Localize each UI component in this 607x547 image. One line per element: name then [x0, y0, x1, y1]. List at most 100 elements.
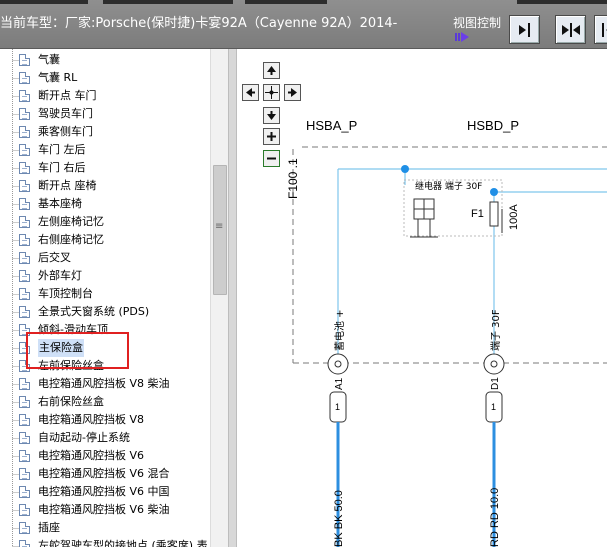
- document-icon: [19, 432, 30, 444]
- wire-d-label: RD RD 10.0: [489, 488, 501, 547]
- view-indicator-icon: [455, 32, 469, 42]
- arrow-up-icon: [267, 66, 276, 75]
- tree-item[interactable]: 左舵驾驶车型的接地点 (乘客席) 表: [0, 537, 210, 547]
- tree-scrollbar[interactable]: ≡: [210, 49, 228, 547]
- wiring-diagram-canvas[interactable]: HSBA_P HSBD_P F100 .1 继电器 端子 30F F1 100A…: [238, 49, 607, 547]
- pan-left-button[interactable]: [242, 84, 259, 101]
- tree-item-label: 车门 右后: [38, 161, 86, 174]
- tree-item[interactable]: 基本座椅: [0, 195, 210, 213]
- connector-d-ring: [490, 360, 498, 368]
- document-icon: [19, 72, 30, 84]
- document-icon: [19, 216, 30, 228]
- document-icon: [19, 306, 30, 318]
- pan-right-button[interactable]: [284, 84, 301, 101]
- document-icon: [19, 486, 30, 498]
- tree-item[interactable]: 气囊: [0, 51, 210, 69]
- tree-item-label: 外部车灯: [38, 269, 82, 282]
- tree-item[interactable]: 外部车灯: [0, 267, 210, 285]
- tree-item[interactable]: 电控箱通风腔挡板 V6 混合: [0, 465, 210, 483]
- connector-a-ring: [334, 360, 342, 368]
- fuse-symbol: [489, 201, 499, 227]
- header-accent-bar: [0, 0, 88, 4]
- document-icon: [19, 252, 30, 264]
- tree-item[interactable]: 电控箱通风腔挡板 V6 中国: [0, 483, 210, 501]
- relay-label: 继电器 端子 30F: [415, 180, 482, 192]
- tree-item-label: 左侧座椅记忆: [38, 215, 104, 228]
- fuse-rating-label: 100A: [508, 204, 520, 230]
- zoom-out-button[interactable]: [263, 150, 280, 167]
- tree-item-label: 左舵驾驶车型的接地点 (乘客席) 表: [38, 539, 208, 547]
- app-header: 当前车型：厂家:Porsche(保时捷)卡宴92A（Cayenne 92A）20…: [0, 0, 607, 49]
- hsbd-label: HSBD_P: [467, 118, 519, 133]
- tree-item-label: 后交叉: [38, 251, 71, 264]
- document-icon: [19, 126, 30, 138]
- tree-item-label: 自动起动-停止系统: [38, 431, 130, 444]
- document-icon: [19, 288, 30, 300]
- tree-item-label: 插座: [38, 521, 60, 534]
- arrow-left-icon: [246, 88, 255, 97]
- wiring-diagram-svg: HSBA_P HSBD_P F100 .1 继电器 端子 30F F1 100A…: [286, 118, 607, 547]
- split-view-button[interactable]: [555, 15, 586, 44]
- pan-down-button[interactable]: [263, 107, 280, 124]
- dock-left-button[interactable]: [594, 15, 607, 44]
- tree-item[interactable]: 全景式天窗系统 (PDS): [0, 303, 210, 321]
- tree-item[interactable]: 电控箱通风腔挡板 V6 柴油: [0, 501, 210, 519]
- document-icon: [19, 144, 30, 156]
- center-icon: [265, 86, 278, 99]
- document-icon: [19, 54, 30, 66]
- zoom-in-button[interactable]: [263, 128, 280, 145]
- tree-item-label: 气囊: [38, 53, 60, 66]
- pan-up-button[interactable]: [263, 62, 280, 79]
- battery-plus-label: 蓄电池 +: [333, 309, 346, 351]
- tree-item[interactable]: 电控箱通风腔挡板 V8 柴油: [0, 375, 210, 393]
- dock-left-icon: [602, 23, 607, 37]
- terminal-30f-label: 端子 30F: [489, 309, 502, 351]
- tree-item[interactable]: 断开点 车门: [0, 87, 210, 105]
- pan-center-button[interactable]: [263, 84, 280, 101]
- document-icon: [19, 162, 30, 174]
- tree-item[interactable]: 电控箱通风腔挡板 V6: [0, 447, 210, 465]
- header-accent-bar: [245, 0, 327, 4]
- tree-item-label: 电控箱通风腔挡板 V8: [38, 413, 145, 426]
- tree-item[interactable]: 插座: [0, 519, 210, 537]
- tree-item-label: 右前保险丝盒: [38, 395, 104, 408]
- minus-icon: [267, 157, 276, 160]
- dock-right-icon: [519, 23, 530, 37]
- tree-item[interactable]: 自动起动-停止系统: [0, 429, 210, 447]
- tree-item[interactable]: 乘客侧车门: [0, 123, 210, 141]
- scroll-thumb[interactable]: ≡: [213, 165, 227, 295]
- arrow-right-icon: [288, 88, 297, 97]
- document-icon: [19, 234, 30, 246]
- tree-item[interactable]: 气囊 RL: [0, 69, 210, 87]
- plus-icon: [267, 132, 276, 141]
- tree-item-label: 车顶控制台: [38, 287, 93, 300]
- tree-item[interactable]: 断开点 座椅: [0, 177, 210, 195]
- tree-item[interactable]: 右侧座椅记忆: [0, 231, 210, 249]
- panel-splitter[interactable]: [228, 49, 237, 547]
- hsba-label: HSBA_P: [306, 118, 357, 133]
- document-icon: [19, 180, 30, 192]
- tree-item[interactable]: 车顶控制台: [0, 285, 210, 303]
- header-accent-bar: [103, 0, 233, 4]
- tree-item-label: 全景式天窗系统 (PDS): [38, 305, 150, 318]
- document-icon: [19, 108, 30, 120]
- document-icon: [19, 198, 30, 210]
- tree-item-label: 气囊 RL: [38, 71, 78, 84]
- tree-item[interactable]: 后交叉: [0, 249, 210, 267]
- tree-item-label: 电控箱通风腔挡板 V6 中国: [38, 485, 170, 498]
- tree-item[interactable]: 左侧座椅记忆: [0, 213, 210, 231]
- tree-item-label: 车门 左后: [38, 143, 86, 156]
- tree-item[interactable]: 车门 左后: [0, 141, 210, 159]
- view-control-label: 视图控制: [453, 16, 502, 30]
- tree-item[interactable]: 电控箱通风腔挡板 V8: [0, 411, 210, 429]
- tree-item[interactable]: 车门 右后: [0, 159, 210, 177]
- tree-item[interactable]: 驾驶员车门: [0, 105, 210, 123]
- scroll-grip: ≡: [215, 221, 224, 232]
- tree-item[interactable]: 右前保险丝盒: [0, 393, 210, 411]
- tree-item-label: 电控箱通风腔挡板 V6 混合: [38, 467, 170, 480]
- document-icon: [19, 378, 30, 390]
- dock-right-button[interactable]: [509, 15, 540, 44]
- document-icon: [19, 504, 30, 516]
- connector-a-pin: 1: [335, 402, 340, 412]
- annotation-highlight-box: [26, 332, 129, 369]
